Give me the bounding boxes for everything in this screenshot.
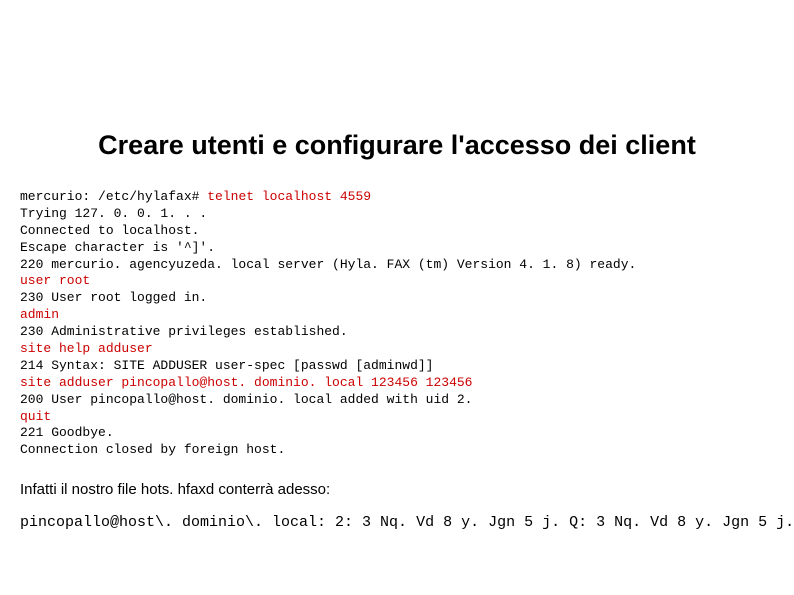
- terminal-line: 230 Administrative privileges establishe…: [20, 324, 348, 339]
- terminal-line: 200 User pincopallo@host. dominio. local…: [20, 392, 472, 407]
- terminal-line: Connection closed by foreign host.: [20, 442, 285, 457]
- terminal-command-quit: quit: [20, 409, 51, 424]
- terminal-line: 214 Syntax: SITE ADDUSER user-spec [pass…: [20, 358, 433, 373]
- file-paragraph: Infatti il nostro file hots. hfaxd conte…: [20, 481, 774, 498]
- terminal-line: 220 mercurio. agencyuzeda. local server …: [20, 257, 636, 272]
- page-title: Creare utenti e configurare l'accesso de…: [20, 130, 774, 161]
- terminal-command-help: site help adduser: [20, 341, 153, 356]
- terminal-line: Connected to localhost.: [20, 223, 199, 238]
- terminal-command-telnet: telnet localhost 4559: [207, 189, 371, 204]
- terminal-command-admin: admin: [20, 307, 59, 322]
- terminal-output: mercurio: /etc/hylafax# telnet localhost…: [20, 189, 774, 459]
- terminal-line: 230 User root logged in.: [20, 290, 207, 305]
- terminal-prompt: mercurio: /etc/hylafax#: [20, 189, 207, 204]
- terminal-line: Escape character is '^]'.: [20, 240, 215, 255]
- page-container: Creare utenti e configurare l'accesso de…: [0, 0, 794, 551]
- terminal-command-adduser: site adduser pincopallo@host. dominio. l…: [20, 375, 472, 390]
- terminal-line: Trying 127. 0. 0. 1. . .: [20, 206, 207, 221]
- terminal-command-user: user root: [20, 273, 90, 288]
- terminal-line: 221 Goodbye.: [20, 425, 114, 440]
- hfaxd-line: pincopallo@host\. dominio\. local: 2: 3 …: [20, 514, 774, 531]
